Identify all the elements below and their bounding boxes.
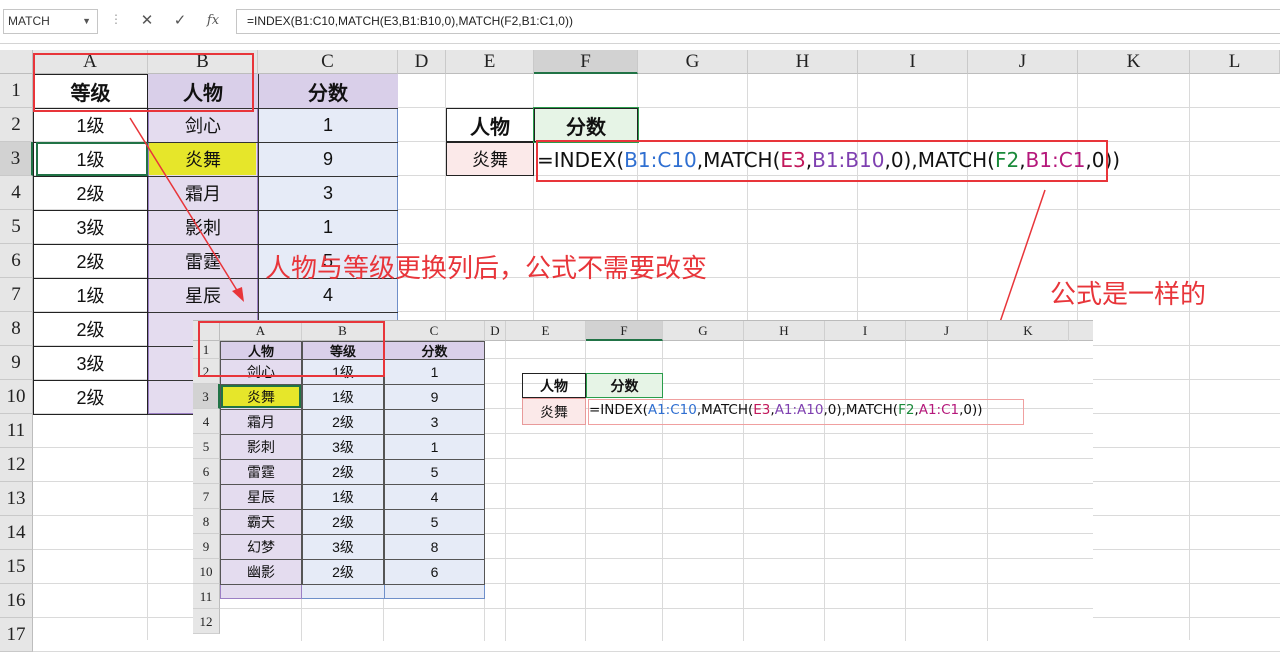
inset-row-header-12[interactable]: 12 [193, 609, 220, 634]
inset-header-highlight-box [198, 321, 385, 377]
inset-column-header-H[interactable]: H [744, 321, 825, 341]
inset-score-cell[interactable]: 6 [384, 559, 485, 584]
inset-level-cell[interactable]: 1级 [302, 384, 384, 409]
inset-level-cell[interactable]: 2级 [302, 559, 384, 584]
inset-score-cell[interactable]: 8 [384, 534, 485, 559]
inset-person-cell[interactable]: 霸天 [220, 509, 302, 534]
inset-person-cell[interactable]: 影刺 [220, 434, 302, 459]
inset-score-cell[interactable]: 3 [384, 409, 485, 434]
inset-row-header-8[interactable]: 8 [193, 509, 220, 534]
inset-level-cell[interactable]: 2级 [302, 509, 384, 534]
inset-row-header-3[interactable]: 3 [193, 384, 220, 409]
inset-gridline-col [987, 341, 988, 641]
arrow-line-left [129, 117, 239, 293]
inset-score-cell[interactable]: 5 [384, 459, 485, 484]
inset-gridline-col [824, 341, 825, 641]
inset-column-header-blank [1069, 321, 1093, 341]
inset-level-cell[interactable]: 3级 [302, 534, 384, 559]
inset-column-header-C[interactable]: C [384, 321, 485, 341]
inset-column-header-G[interactable]: G [663, 321, 744, 341]
inset-gridline-row [220, 608, 1093, 609]
inset-gridline-col [505, 341, 506, 641]
inset-level-cell[interactable]: 3级 [302, 434, 384, 459]
inset-row-header-9[interactable]: 9 [193, 534, 220, 559]
inset-column-header-J[interactable]: J [906, 321, 988, 341]
annotation-swap-note: 人物与等级更换列后，公式不需要改变 [265, 254, 708, 284]
inset-column-header-E[interactable]: E [506, 321, 586, 341]
inset-score-cell[interactable]: 1 [384, 359, 485, 384]
inset-level-cell[interactable]: 2级 [302, 459, 384, 484]
inset-row-header-5[interactable]: 5 [193, 434, 220, 459]
inset-score-cell[interactable]: 1 [384, 434, 485, 459]
inset-column-header-F[interactable]: F [586, 321, 663, 341]
inset-person-cell[interactable]: 雷霆 [220, 459, 302, 484]
inset-column-header-I[interactable]: I [825, 321, 906, 341]
inset-sheet: A B C D E F G H I J K 1 2 3 4 5 6 7 8 9 10 11 12 人物 等级 分数 剑心 1级 1 炎舞 1… [193, 320, 1093, 641]
inset-row-header-10[interactable]: 10 [193, 559, 220, 584]
inset-lookup-person-label: 人物 [540, 377, 568, 394]
inset-row-header-7[interactable]: 7 [193, 484, 220, 509]
inset-header-score: 分数 [421, 343, 448, 359]
inset-column-header-K[interactable]: K [988, 321, 1069, 341]
inset-score-cell[interactable]: 5 [384, 509, 485, 534]
inset-formula-outline [588, 399, 1024, 425]
inset-person-cell[interactable]: 星辰 [220, 484, 302, 509]
inset-gridline-col [743, 341, 744, 641]
inset-level-cell[interactable]: 1级 [302, 484, 384, 509]
inset-person-cell[interactable]: 霜月 [220, 409, 302, 434]
inset-score-cell[interactable]: 4 [384, 484, 485, 509]
inset-person-cell[interactable]: 幽影 [220, 559, 302, 584]
inset-row-header-11[interactable]: 11 [193, 584, 220, 609]
inset-row-header-6[interactable]: 6 [193, 459, 220, 484]
inset-person-cell[interactable]: 炎舞 [220, 384, 302, 409]
inset-row-header-4[interactable]: 4 [193, 409, 220, 434]
inset-column-header-D[interactable]: D [485, 321, 506, 341]
inset-lookup-person-value[interactable]: 炎舞 [522, 398, 586, 425]
inset-person-cell[interactable]: 幻梦 [220, 534, 302, 559]
annotation-same-formula: 公式是一样的 [1050, 280, 1207, 310]
inset-lookup-score-label: 分数 [610, 377, 639, 394]
inset-gridline-col [905, 341, 906, 641]
inset-level-cell[interactable]: 2级 [302, 409, 384, 434]
arrow-head-left [232, 287, 244, 302]
inset-score-cell[interactable]: 9 [384, 384, 485, 409]
